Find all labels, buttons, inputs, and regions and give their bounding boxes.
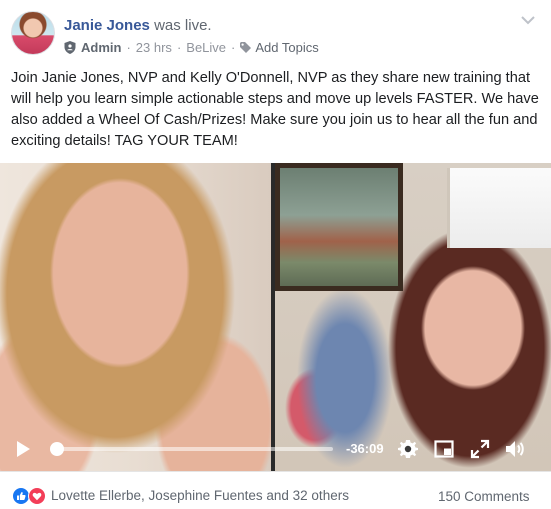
- post-footer: Lovette Ellerbe, Josephine Fuentes and 3…: [0, 471, 551, 509]
- video-player[interactable]: -36:09: [0, 163, 551, 471]
- author-name-link[interactable]: Janie Jones: [64, 17, 150, 34]
- shield-icon: [64, 41, 76, 54]
- admin-role-label: Admin: [81, 40, 122, 55]
- like-reaction-icon: [12, 487, 30, 505]
- background-window: [447, 168, 551, 248]
- avatar[interactable]: [11, 11, 55, 55]
- reactions-summary-link[interactable]: Lovette Ellerbe, Josephine Fuentes and 3…: [51, 488, 349, 504]
- post-header: Janie Jones was live. Admin · 23 hrs · B…: [0, 0, 551, 66]
- love-reaction-icon: [28, 487, 46, 505]
- app-attribution-link[interactable]: BeLive: [186, 39, 226, 56]
- comments-count-link[interactable]: 150 Comments: [438, 489, 530, 505]
- post-title-line: Janie Jones was live.: [64, 16, 212, 35]
- post-timestamp[interactable]: 23 hrs: [136, 39, 172, 56]
- chevron-down-icon[interactable]: [520, 14, 536, 26]
- post-meta-line: Admin · 23 hrs · BeLive · Add Topics: [64, 39, 319, 56]
- reaction-icons[interactable]: [12, 487, 46, 505]
- post-body-text: Join Janie Jones, NVP and Kelly O'Donnel…: [11, 70, 539, 149]
- video-frame-right-speaker: [275, 163, 551, 471]
- separator: ·: [126, 40, 131, 55]
- time-remaining: -36:09: [346, 441, 384, 456]
- live-video-post: Janie Jones was live. Admin · 23 hrs · B…: [0, 0, 551, 509]
- separator: ·: [176, 40, 182, 55]
- video-progress-handle[interactable]: [50, 442, 64, 456]
- play-icon[interactable]: [14, 440, 32, 458]
- video-frame-left-speaker: [0, 163, 271, 471]
- picture-in-picture-icon[interactable]: [434, 439, 454, 459]
- add-topics-link[interactable]: Add Topics: [255, 39, 318, 56]
- video-controls-bar: -36:09: [0, 426, 551, 471]
- video-progress-track[interactable]: [52, 447, 333, 451]
- background-painting: [275, 163, 403, 291]
- volume-icon[interactable]: [505, 439, 525, 459]
- post-action-text: was live.: [154, 17, 212, 34]
- separator: ·: [231, 40, 236, 55]
- tag-icon: [240, 42, 252, 53]
- gear-icon[interactable]: [398, 439, 418, 459]
- expand-icon[interactable]: [470, 439, 490, 459]
